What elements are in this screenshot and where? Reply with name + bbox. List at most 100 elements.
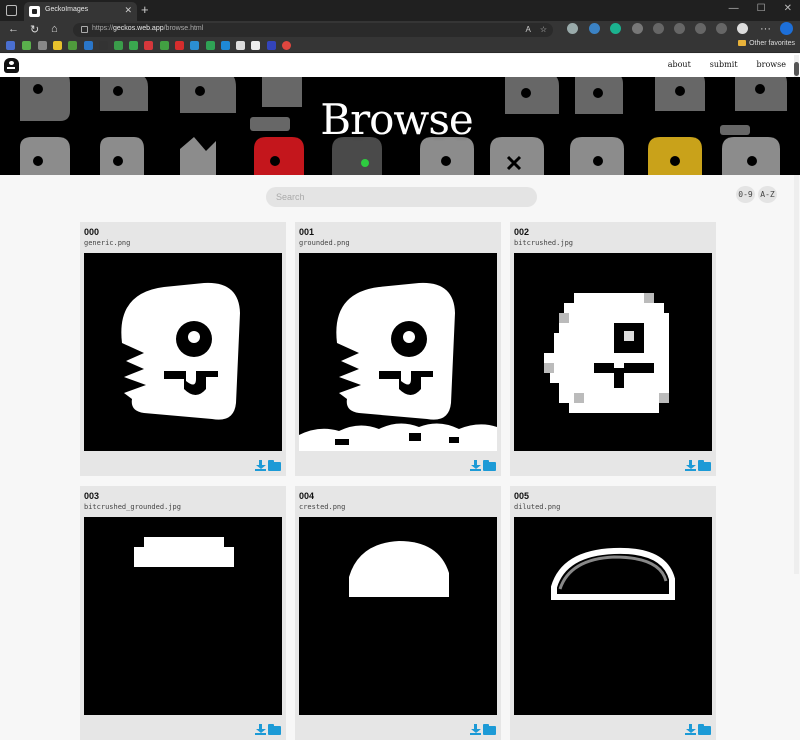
bookmark-icon[interactable] [206,41,215,50]
lock-icon [81,26,88,33]
collections-icon[interactable] [674,23,685,34]
gecko-image-grounded[interactable] [299,253,497,451]
bookmark-icon[interactable] [38,41,47,50]
hero-banner: Browse [0,77,800,175]
folder-icon[interactable] [698,724,711,735]
split-screen-icon[interactable] [632,23,643,34]
nav-browse-link[interactable]: browse [757,60,786,69]
bookmark-icon[interactable] [99,41,108,50]
address-bar-row: ← ↻ ⌂ https://geckos.web.app/browse.html… [0,21,800,39]
folder-icon[interactable] [483,724,496,735]
github-icon[interactable] [251,41,260,50]
nav-links: about submit browse [668,60,786,69]
bookmark-icon[interactable] [175,41,184,50]
site-navbar: about submit browse [0,54,800,77]
bookmark-icon[interactable] [84,41,93,50]
card-filename: grounded.png [299,239,350,247]
bookmark-icon[interactable] [144,41,153,50]
tab-favicon-icon [29,6,40,17]
gecko-image-generic[interactable] [84,253,282,451]
bookmark-icon[interactable] [68,41,77,50]
url-text: https://geckos.web.app/browse.html [92,25,204,32]
gecko-logo-icon[interactable] [4,58,19,73]
image-card[interactable]: 000 generic.png [80,222,286,476]
window-controls: — ☐ ✕ [729,3,792,14]
tab-title: GeckoImages [45,6,89,13]
download-icon[interactable] [470,460,481,471]
favorites-bar: Other favorites [0,39,800,53]
extensions-icon[interactable] [695,23,706,34]
sort-numeric-button[interactable]: 0-9 [736,186,755,203]
folder-icon [738,40,747,46]
tab-close-icon[interactable]: ✕ [124,5,132,16]
folder-icon[interactable] [698,460,711,471]
card-filename: diluted.png [514,503,561,511]
bookmark-icon[interactable] [160,41,169,50]
image-card[interactable]: 001 grounded.png [295,222,501,476]
profile-avatar[interactable] [737,23,748,34]
bookmark-icon[interactable] [6,41,15,50]
folder-icon[interactable] [268,460,281,471]
bookmark-icon[interactable] [129,41,138,50]
refresh-icon[interactable]: ↻ [30,23,39,36]
bing-chat-icon[interactable] [780,22,793,35]
download-icon[interactable] [685,724,696,735]
maximize-icon[interactable]: ☐ [757,3,766,14]
gecko-image-crested[interactable] [299,517,497,715]
downloads-icon[interactable] [716,23,727,34]
favorites-icon[interactable] [653,23,664,34]
image-card[interactable]: 004 crested.png [295,486,501,740]
download-icon[interactable] [255,724,266,735]
minimize-icon[interactable]: — [729,3,739,14]
scrollbar-thumb[interactable] [794,62,799,76]
page-title: Browse [320,95,474,144]
tab-actions-icon[interactable] [6,5,17,16]
image-card[interactable]: 005 diluted.png [510,486,716,740]
gecko-image-bitcrushed[interactable] [514,253,712,451]
image-card[interactable]: 002 bitcrushed.jpg [510,222,716,476]
download-icon[interactable] [255,460,266,471]
read-aloud-icon[interactable]: A [525,25,530,34]
card-filename: bitcrushed_grounded.jpg [84,503,181,511]
extension-icon[interactable] [589,23,600,34]
card-id: 004 [299,491,315,501]
card-id: 002 [514,227,530,237]
bookmark-icon[interactable] [236,41,245,50]
gecko-image-diluted[interactable] [514,517,712,715]
card-filename: generic.png [84,239,131,247]
extension-shield-icon[interactable] [567,23,578,34]
bookmark-icon[interactable] [190,41,199,50]
new-tab-button[interactable]: + [141,2,149,17]
sort-alpha-button[interactable]: A-Z [758,186,777,203]
bookmark-icon[interactable] [22,41,31,50]
favorite-star-icon[interactable]: ☆ [540,25,547,34]
card-filename: bitcrushed.jpg [514,239,574,247]
image-card[interactable]: 003 bitcrushed_grounded.jpg [80,486,286,740]
bookmark-icon[interactable] [114,41,123,50]
more-menu-icon[interactable]: ··· [760,23,771,35]
other-favorites[interactable]: Other favorites [738,40,795,47]
url-field[interactable]: https://geckos.web.app/browse.html A ☆ [73,23,553,37]
search-input[interactable] [266,187,537,207]
gecko-image-bitcrushed-grounded[interactable] [84,517,282,715]
card-id: 000 [84,227,100,237]
bookmark-icon[interactable] [53,41,62,50]
bookmark-icon[interactable] [221,41,230,50]
card-filename: crested.png [299,503,346,511]
nav-about-link[interactable]: about [668,60,691,69]
folder-icon[interactable] [268,724,281,735]
sort-controls: 0-9 A-Z [736,186,777,203]
image-grid: 000 generic.png 001 grounded.png 002 bit… [80,222,720,740]
map-pin-icon[interactable] [282,41,291,50]
home-icon[interactable]: ⌂ [51,23,58,35]
download-icon[interactable] [685,460,696,471]
card-id: 001 [299,227,315,237]
extension-icon[interactable] [610,23,621,34]
bookmark-icon[interactable] [267,41,276,50]
folder-icon[interactable] [483,460,496,471]
nav-submit-link[interactable]: submit [710,60,738,69]
browser-tab[interactable]: GeckoImages ✕ [24,2,137,21]
window-close-icon[interactable]: ✕ [784,3,792,14]
download-icon[interactable] [470,724,481,735]
back-icon[interactable]: ← [8,23,19,35]
